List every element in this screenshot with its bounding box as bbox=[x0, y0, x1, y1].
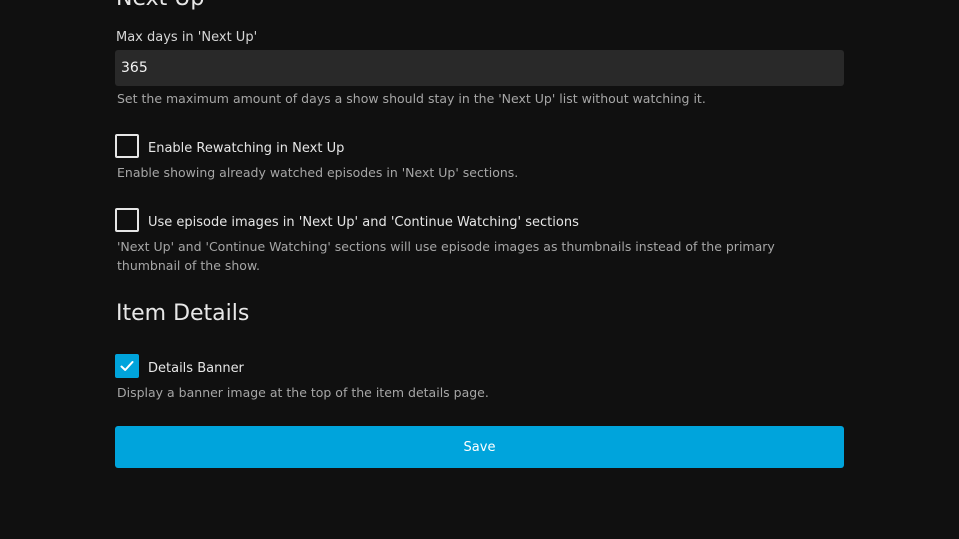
next-up-heading: Next Up bbox=[116, 0, 204, 11]
episode-images-checkbox-row[interactable]: Use episode images in 'Next Up' and 'Con… bbox=[115, 208, 579, 232]
details-banner-description: Display a banner image at the top of the… bbox=[117, 385, 489, 400]
item-details-heading: Item Details bbox=[116, 301, 250, 326]
details-banner-label: Details Banner bbox=[148, 360, 244, 376]
max-days-input[interactable] bbox=[115, 50, 844, 86]
rewatching-checkbox-row[interactable]: Enable Rewatching in Next Up bbox=[115, 134, 344, 158]
episode-images-description: 'Next Up' and 'Continue Watching' sectio… bbox=[117, 239, 775, 273]
episode-images-label: Use episode images in 'Next Up' and 'Con… bbox=[148, 214, 579, 230]
max-days-label: Max days in 'Next Up' bbox=[116, 30, 258, 45]
rewatching-description: Enable showing already watched episodes … bbox=[117, 165, 519, 180]
save-button[interactable]: Save bbox=[115, 426, 844, 468]
rewatching-label: Enable Rewatching in Next Up bbox=[148, 140, 345, 156]
checkmark-icon bbox=[120, 361, 134, 371]
max-days-description: Set the maximum amount of days a show sh… bbox=[117, 91, 706, 106]
episode-images-checkbox[interactable] bbox=[115, 208, 139, 232]
rewatching-checkbox[interactable] bbox=[115, 134, 139, 158]
display-settings-page: Next Up Max days in 'Next Up' Set the ma… bbox=[0, 0, 959, 539]
details-banner-checkbox[interactable] bbox=[115, 354, 139, 378]
details-banner-checkbox-row[interactable]: Details Banner bbox=[115, 354, 244, 378]
